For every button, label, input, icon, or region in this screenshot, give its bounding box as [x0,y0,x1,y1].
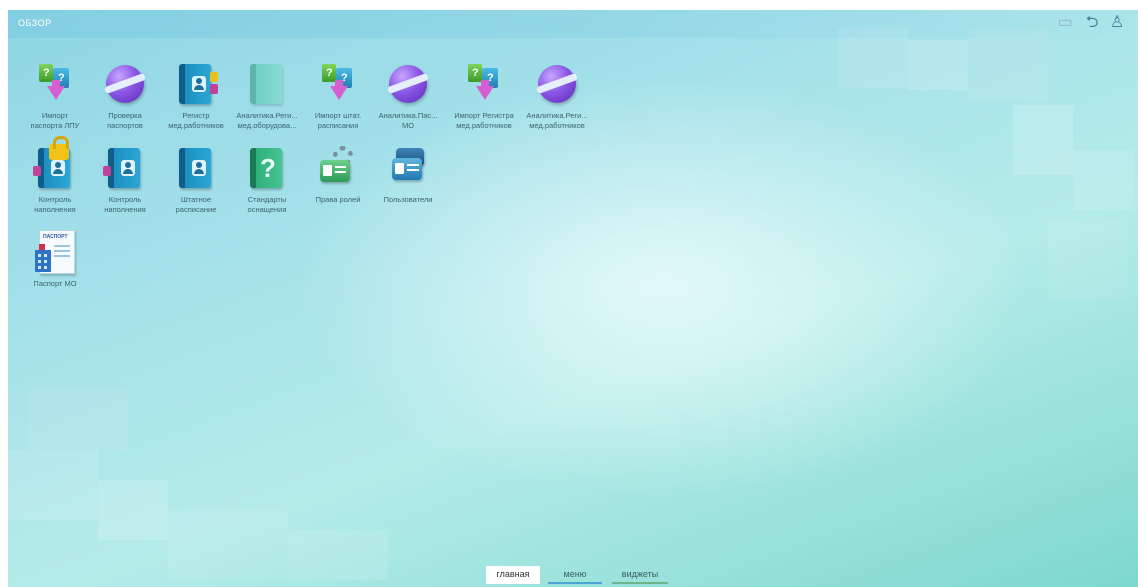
tab-label: меню [563,569,587,579]
passport-doc-header: ПАСПОРТ [43,234,68,240]
app-import-staff-schedule[interactable]: ?? Импорт штат. расписания [305,62,371,131]
app-analytics-passport-mo[interactable]: Аналитика.Пас... МО [375,62,441,131]
app-label: Импорт штат. расписания [314,111,362,130]
users-cards-icon [386,146,430,190]
app-fill-control-2[interactable]: Контроль наполнения [92,146,158,215]
locked-book-icon [33,136,77,190]
app-equipment-standards[interactable]: ? Стандарты оснащения [234,146,300,215]
bottom-tab-bar: главная меню виджеты [0,566,1138,587]
app-label: Импорт паспорта ЛПУ [30,111,80,130]
desktop: ОБЗОР ▭ ⮌ ♙ ?? Импорт паспорта ЛПУ Прове… [8,10,1138,587]
tab-label: главная [496,569,530,579]
app-label: Стандарты оснащения [247,195,287,214]
window-icon[interactable]: ▭ [1056,14,1074,32]
tab-menu[interactable]: меню [548,566,602,584]
globe-icon [386,62,430,106]
import-icon: ?? [462,62,506,106]
app-label: Штатное расписание [175,195,217,214]
app-passport-mo[interactable]: ПАСПОРТ Паспорт МО [22,230,88,289]
bg-tile [28,390,128,450]
app-label: Паспорт МО [33,279,77,288]
bg-tile [98,480,168,540]
app-staff-schedule[interactable]: Штатное расписание [163,146,229,215]
import-icon: ?? [33,62,77,106]
globe-icon [103,62,147,106]
bg-tile [968,30,1048,100]
tab-main[interactable]: главная [486,566,540,584]
registry-book-icon [174,62,218,106]
app-analytics-workers[interactable]: Аналитика.Реги... мед.работников [524,62,590,131]
title-bar: ОБЗОР ▭ ⮌ ♙ [8,10,1138,38]
app-label: Импорт Регистра мед.работников [454,111,514,130]
app-fill-control-1[interactable]: Контроль наполнения [22,136,88,215]
app-role-rights[interactable]: Права ролей [305,146,371,205]
app-label: Права ролей [315,195,361,204]
staff-book-icon [174,146,218,190]
tab-underline [612,582,668,584]
globe-icon [535,62,579,106]
window-title: ОБЗОР [18,18,52,28]
app-label: Регистр мед.работников [168,111,224,130]
tab-widgets[interactable]: виджеты [612,566,668,584]
analytics-book-icon [245,62,289,106]
app-label: Пользователи [383,195,433,204]
bg-tile [8,450,98,520]
question-book-icon: ? [245,146,289,190]
tab-underline [548,582,602,584]
app-label: Контроль наполнения [34,195,76,214]
user-icon[interactable]: ♙ [1108,14,1126,32]
app-users[interactable]: Пользователи [375,146,441,205]
import-icon: ?? [316,62,360,106]
bg-tile [1073,150,1133,210]
undo-icon[interactable]: ⮌ [1083,14,1101,32]
bg-tile [908,40,968,90]
app-med-workers-registry[interactable]: Регистр мед.работников [163,62,229,131]
tab-label: виджеты [621,569,659,579]
app-passport-check[interactable]: Проверка паспортов [92,62,158,131]
app-import-workers-registry[interactable]: ?? Импорт Регистра мед.работников [451,62,517,131]
role-card-gear-icon [316,146,360,190]
app-label: Проверка паспортов [107,111,143,130]
book-icon [103,146,147,190]
app-import-passport-lpu[interactable]: ?? Импорт паспорта ЛПУ [22,62,88,131]
app-analytics-equipment[interactable]: Аналитика.Реги... мед.оборудова... [234,62,300,131]
passport-document-icon: ПАСПОРТ [33,230,77,274]
app-label: Аналитика.Пас... МО [378,111,438,130]
app-label: Аналитика.Реги... мед.оборудова... [236,111,298,130]
app-label: Аналитика.Реги... мед.работников [526,111,588,130]
bg-tile [1013,105,1073,175]
bg-tile [1048,220,1128,300]
app-label: Контроль наполнения [104,195,146,214]
